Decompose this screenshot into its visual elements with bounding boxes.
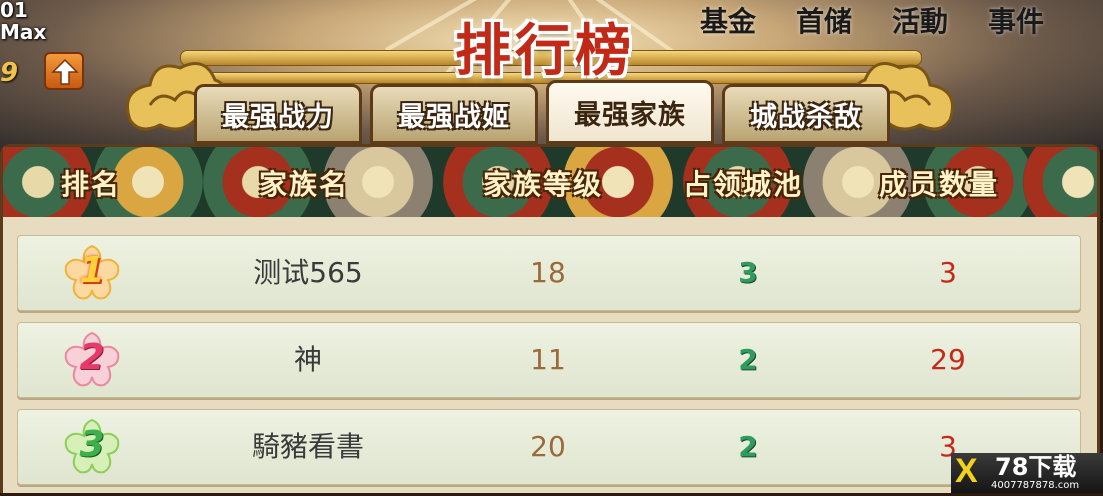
watermark-text: 78下载 [995,453,1077,481]
family-level: 18 [530,256,566,289]
header-member-count: 成员数量 [879,168,1000,201]
tab-strongest-power[interactable]: 最强战力 [194,84,362,144]
title-plate: 排行榜 [410,0,680,84]
ranking-list: 1 测试565 18 3 3 2 神 11 2 29 3 騎豬看書 20 2 3 [17,235,1081,496]
occupied-cities: 2 [738,343,758,376]
player-level: 01 [0,0,28,22]
family-level: 11 [530,343,566,376]
rank-badge: 1 [60,242,124,304]
occupied-cities: 3 [738,256,758,289]
rank-number: 2 [79,337,105,378]
family-level: 20 [530,430,566,463]
max-label: Max [0,20,47,44]
site-watermark: X 78下载 4007787878.com [951,453,1103,493]
member-count: 3 [939,256,957,289]
upgrade-button[interactable] [44,52,84,90]
table-row[interactable]: 2 神 11 2 29 [17,322,1081,398]
watermark-logo: X [955,452,978,490]
menu-incidents[interactable]: 事件 [988,0,1044,40]
family-name: 騎豬看書 [251,430,364,463]
table-row[interactable]: 3 騎豬看書 20 2 3 [17,409,1081,485]
rank-number: 3 [79,424,105,465]
ranking-tabs: 最强战力 最强战姬 最强家族 城战杀敌 [194,80,890,144]
rank-number: 1 [79,250,105,291]
top-menu: 基金 首储 活動 事件 [700,0,1044,40]
header-rank: 排名 [61,168,122,201]
rank-badge: 3 [60,416,124,478]
tab-city-war-kills[interactable]: 城战杀敌 [722,84,890,144]
rank-badge: 2 [60,329,124,391]
menu-fund[interactable]: 基金 [700,0,756,40]
occupied-cities: 2 [738,430,758,463]
page-title: 排行榜 [455,18,635,84]
menu-first-charge[interactable]: 首储 [796,0,852,40]
family-name: 测试565 [253,256,363,289]
table-row[interactable]: 1 测试565 18 3 3 [17,235,1081,311]
up-arrow-icon [51,58,79,85]
header-occupied-cities: 占领城池 [683,168,804,201]
table-header: 排名 家族名 家族等级 占领城池 成员数量 [3,147,1097,217]
tab-strongest-family[interactable]: 最强家族 [546,80,714,144]
tab-strongest-heroine[interactable]: 最强战姬 [370,84,538,144]
watermark-site: 4007787878.com [991,480,1080,491]
member-count: 29 [930,343,966,376]
header-family-level: 家族等级 [483,168,604,201]
family-name: 神 [293,343,322,376]
header-family-name: 家族名 [259,168,350,201]
ranking-panel: 排名 家族名 家族等级 占领城池 成员数量 1 测试565 18 3 3 2 神… [0,144,1100,493]
hud-stat: 9 [0,58,19,88]
menu-events[interactable]: 活動 [892,0,948,40]
